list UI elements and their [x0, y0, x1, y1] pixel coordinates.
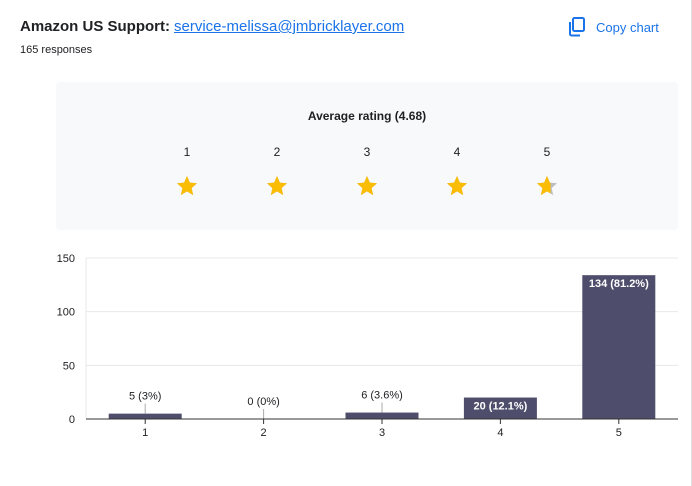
- star-icon: [267, 176, 287, 196]
- copy-chart-label: Copy chart: [596, 19, 659, 35]
- y-tick-label: 0: [69, 414, 75, 426]
- x-tick-label: 3: [379, 427, 385, 439]
- data-label-2: 0 (0%): [247, 396, 279, 408]
- chart-card: Amazon US Support: service-melissa@jmbric…: [0, 0, 692, 486]
- bar-chart-svg: 0 50 100 150 1 5 (3%) 2 0 (0%) 3 6 (3.6%) 4 20 (12.…: [57, 253, 678, 439]
- rating-star-3: 3: [347, 144, 387, 198]
- rating-star-1: 1: [167, 144, 207, 198]
- star-icon: [537, 176, 557, 196]
- star-icon: [447, 176, 467, 196]
- data-label-3: 6 (3.6%): [361, 390, 403, 402]
- x-tick-label: 5: [616, 427, 622, 439]
- y-tick-label: 150: [57, 253, 75, 265]
- data-label-5: 134 (81.2%): [589, 278, 649, 290]
- x-tick-label: 4: [497, 427, 503, 439]
- bar-3: [345, 412, 419, 419]
- y-tick-label: 50: [63, 360, 75, 372]
- average-rating-panel: Average rating (4.68) 1 2 3 4 5: [56, 82, 678, 230]
- x-tick-label: 1: [142, 427, 148, 439]
- question-title: Amazon US Support: service-melissa@jmbric…: [20, 18, 404, 35]
- question-label: Amazon US Support:: [20, 18, 170, 35]
- rating-star-2: 2: [257, 144, 297, 198]
- bar-1: [108, 413, 182, 419]
- star-number-label: 1: [183, 145, 191, 159]
- star-number-label: 3: [363, 145, 371, 159]
- email-link[interactable]: service-melissa@jmbricklayer.com: [174, 18, 404, 35]
- star-number-label: 5: [543, 145, 551, 159]
- y-tick-label: 100: [57, 307, 75, 319]
- response-count: 165 responses: [20, 44, 93, 56]
- bar-5: [582, 275, 656, 419]
- star-icon: [177, 176, 197, 196]
- star-number-label: 2: [273, 145, 281, 159]
- data-label-1: 5 (3%): [129, 391, 161, 403]
- copy-icon: [568, 17, 586, 37]
- rating-star-4: 4: [437, 144, 477, 198]
- star-number-label: 4: [453, 145, 461, 159]
- x-tick-label: 2: [261, 427, 267, 439]
- star-icon: [357, 176, 377, 196]
- copy-chart-button[interactable]: Copy chart: [568, 14, 659, 40]
- rating-star-5: 5: [527, 144, 567, 198]
- data-label-4: 20 (12.1%): [473, 401, 527, 413]
- average-rating-title: Average rating (4.68): [307, 109, 427, 123]
- rating-bar-chart: 0 50 100 150 1 5 (3%) 2 0 (0%) 3 6 (3.6%) 4 20 (12.…: [0, 245, 692, 445]
